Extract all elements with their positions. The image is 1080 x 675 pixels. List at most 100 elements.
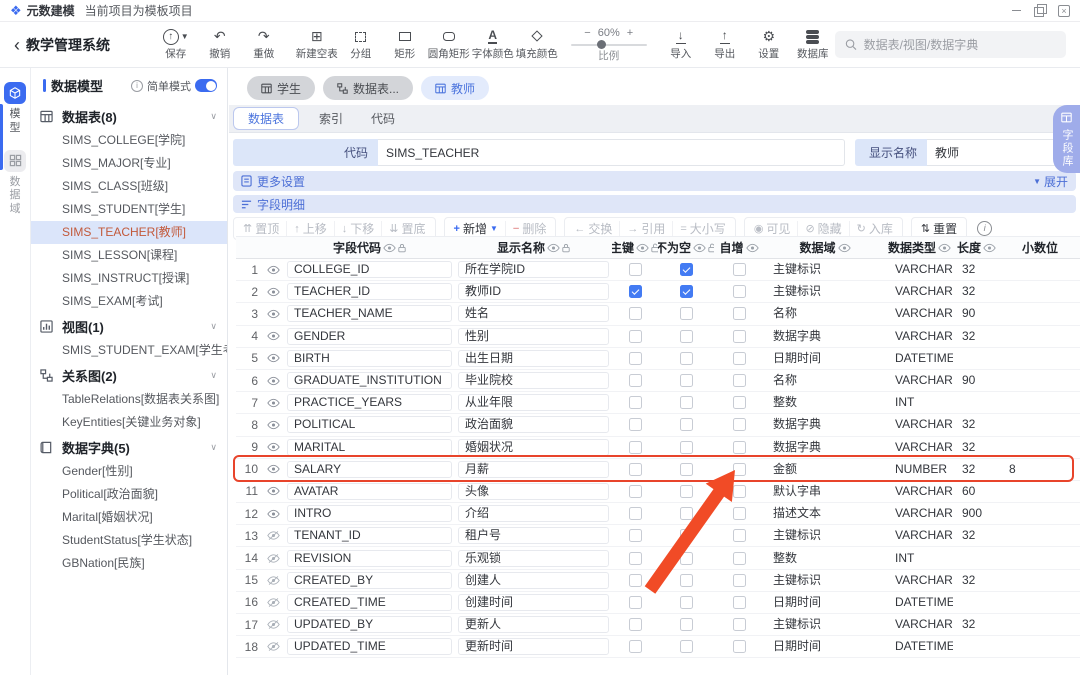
export-button[interactable]: ↑ 导出 bbox=[710, 28, 740, 61]
field-code-cell[interactable]: SALARY bbox=[284, 461, 455, 478]
display-name-value[interactable]: 创建人 bbox=[458, 572, 609, 589]
length-cell[interactable]: 32 bbox=[953, 527, 1000, 544]
data-domain-cell[interactable]: 主键标识 bbox=[764, 572, 886, 589]
display-name-value[interactable]: 所在学院ID bbox=[458, 261, 609, 278]
autoincrement-checkbox[interactable] bbox=[733, 574, 746, 587]
decimal-cell[interactable] bbox=[1000, 638, 1080, 655]
grid-btn-reset[interactable]: ⇅重置 bbox=[914, 221, 964, 236]
pk-checkbox[interactable] bbox=[629, 552, 642, 565]
display-name-value[interactable]: 婚姻状况 bbox=[458, 439, 609, 456]
decimal-cell[interactable] bbox=[1000, 416, 1080, 433]
decimal-cell[interactable] bbox=[1000, 572, 1080, 589]
fill-color-button[interactable]: 填充颜色 bbox=[522, 28, 552, 61]
display-name-value[interactable]: 政治面貌 bbox=[458, 416, 609, 433]
minimize-icon[interactable] bbox=[1010, 5, 1022, 17]
data-domain-cell[interactable]: 主键标识 bbox=[764, 527, 886, 544]
data-type-cell[interactable]: VARCHAR bbox=[886, 305, 953, 322]
notnull-checkbox[interactable] bbox=[680, 507, 693, 520]
field-code-cell[interactable]: REVISION bbox=[284, 550, 455, 567]
autoincrement-checkbox[interactable] bbox=[733, 307, 746, 320]
decimal-cell[interactable] bbox=[1000, 505, 1080, 522]
data-domain-cell[interactable]: 主键标识 bbox=[764, 261, 886, 278]
pk-checkbox[interactable] bbox=[629, 441, 642, 454]
autoincrement-checkbox[interactable] bbox=[733, 441, 746, 454]
data-domain-cell[interactable]: 日期时间 bbox=[764, 594, 886, 611]
data-type-cell[interactable]: VARCHAR bbox=[886, 572, 953, 589]
data-type-cell[interactable]: VARCHAR bbox=[886, 261, 953, 278]
tree-item[interactable]: Political[政治面貌] bbox=[31, 483, 227, 506]
decimal-cell[interactable] bbox=[1000, 283, 1080, 300]
display-name-cell[interactable]: 婚姻状况 bbox=[455, 439, 612, 456]
zoom-slider[interactable] bbox=[571, 44, 647, 46]
length-cell[interactable] bbox=[953, 638, 1000, 655]
eye-icon[interactable] bbox=[262, 331, 284, 341]
header-eye-icon[interactable] bbox=[938, 243, 951, 253]
expand-button[interactable]: ▼ 展开 bbox=[1031, 173, 1068, 190]
notnull-checkbox[interactable] bbox=[680, 330, 693, 343]
tree-item[interactable]: Gender[性别] bbox=[31, 460, 227, 483]
data-domain-cell[interactable]: 金额 bbox=[764, 461, 886, 478]
display-name-value[interactable]: 从业年限 bbox=[458, 394, 609, 411]
data-type-cell[interactable]: DATETIME bbox=[886, 638, 953, 655]
search-box[interactable] bbox=[835, 31, 1066, 58]
data-domain-cell[interactable]: 名称 bbox=[764, 372, 886, 389]
rail-item-model[interactable]: 模型 bbox=[0, 82, 30, 136]
eye-off-icon[interactable] bbox=[262, 597, 284, 608]
autoincrement-checkbox[interactable] bbox=[733, 596, 746, 609]
data-type-cell[interactable]: VARCHAR bbox=[886, 328, 953, 345]
pk-checkbox[interactable] bbox=[629, 529, 642, 542]
notnull-checkbox[interactable] bbox=[680, 307, 693, 320]
display-name-value[interactable]: 乐观锁 bbox=[458, 550, 609, 567]
data-type-cell[interactable]: VARCHAR bbox=[886, 483, 953, 500]
field-code-cell[interactable]: UPDATED_BY bbox=[284, 616, 455, 633]
display-name-value[interactable]: 租户号 bbox=[458, 527, 609, 544]
length-cell[interactable]: 32 bbox=[953, 416, 1000, 433]
length-cell[interactable] bbox=[953, 550, 1000, 567]
chevron-down-icon[interactable]: ∨ bbox=[210, 370, 217, 381]
pk-checkbox[interactable] bbox=[629, 374, 642, 387]
notnull-checkbox[interactable] bbox=[680, 463, 693, 476]
pk-checkbox[interactable] bbox=[629, 640, 642, 653]
data-type-cell[interactable]: VARCHAR bbox=[886, 505, 953, 522]
grid-btn-plus[interactable]: +新增▼ bbox=[447, 221, 506, 236]
length-cell[interactable]: 90 bbox=[953, 372, 1000, 389]
data-type-cell[interactable]: VARCHAR bbox=[886, 527, 953, 544]
display-name-value[interactable]: 毕业院校 bbox=[458, 372, 609, 389]
data-type-cell[interactable]: DATETIME bbox=[886, 350, 953, 367]
field-code-value[interactable]: TENANT_ID bbox=[287, 527, 452, 544]
tree-item[interactable]: SIMS_MAJOR[专业] bbox=[31, 152, 227, 175]
pk-checkbox[interactable] bbox=[629, 285, 642, 298]
display-name-cell[interactable]: 毕业院校 bbox=[455, 372, 612, 389]
decimal-cell[interactable] bbox=[1000, 439, 1080, 456]
field-code-cell[interactable]: UPDATED_TIME bbox=[284, 638, 455, 655]
display-name-cell[interactable]: 更新人 bbox=[455, 616, 612, 633]
notnull-checkbox[interactable] bbox=[680, 552, 693, 565]
notnull-checkbox[interactable] bbox=[680, 574, 693, 587]
notnull-checkbox[interactable] bbox=[680, 352, 693, 365]
settings-button[interactable]: ⚙ 设置 bbox=[754, 28, 784, 61]
field-code-cell[interactable]: CREATED_BY bbox=[284, 572, 455, 589]
display-name-value[interactable]: 性别 bbox=[458, 328, 609, 345]
data-type-cell[interactable]: VARCHAR bbox=[886, 439, 953, 456]
field-code-cell[interactable]: TEACHER_NAME bbox=[284, 305, 455, 322]
data-domain-cell[interactable]: 数据字典 bbox=[764, 416, 886, 433]
decimal-cell[interactable] bbox=[1000, 328, 1080, 345]
data-domain-cell[interactable]: 日期时间 bbox=[764, 638, 886, 655]
data-domain-cell[interactable]: 整数 bbox=[764, 394, 886, 411]
import-button[interactable]: ↓ 导入 bbox=[666, 28, 696, 61]
chevron-down-icon[interactable]: ▼ bbox=[490, 224, 498, 233]
field-code-value[interactable]: TEACHER_NAME bbox=[287, 305, 452, 322]
field-code-value[interactable]: GRADUATE_INSTITUTION bbox=[287, 372, 452, 389]
field-code-value[interactable]: COLLEGE_ID bbox=[287, 261, 452, 278]
eye-icon[interactable] bbox=[262, 309, 284, 319]
autoincrement-checkbox[interactable] bbox=[733, 552, 746, 565]
data-type-cell[interactable]: VARCHAR bbox=[886, 372, 953, 389]
eye-icon[interactable] bbox=[262, 376, 284, 386]
display-name-cell[interactable]: 所在学院ID bbox=[455, 261, 612, 278]
decimal-cell[interactable] bbox=[1000, 261, 1080, 278]
close-icon[interactable]: × bbox=[1058, 5, 1070, 17]
new-table-button[interactable]: ⊞ 新建空表 bbox=[302, 28, 332, 61]
chevron-down-icon[interactable]: ▼ bbox=[181, 32, 189, 41]
field-code-value[interactable]: TEACHER_ID bbox=[287, 283, 452, 300]
field-code-cell[interactable]: TEACHER_ID bbox=[284, 283, 455, 300]
